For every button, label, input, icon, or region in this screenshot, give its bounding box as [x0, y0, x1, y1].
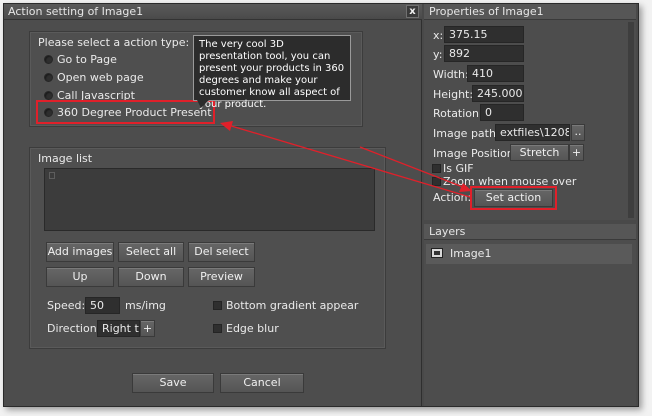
x-label: x: — [433, 29, 444, 42]
direction-label: Direction: — [47, 322, 101, 335]
del-select-button[interactable]: Del select — [188, 242, 255, 262]
direction-select[interactable]: Right to — [97, 320, 140, 337]
cancel-button[interactable]: Cancel — [220, 373, 304, 393]
image-position-plus-button[interactable]: + — [569, 144, 584, 161]
tooltip-tail — [197, 100, 209, 108]
option-go-to-page[interactable]: Go to Page — [57, 53, 117, 66]
listbox-placeholder-icon — [49, 172, 55, 179]
y-input[interactable]: 892 — [444, 45, 524, 62]
zoom-checkbox[interactable] — [432, 177, 441, 186]
image-path-label: Image path: — [433, 127, 500, 140]
image-listbox[interactable] — [44, 168, 375, 231]
bottom-gradient-label: Bottom gradient appear — [226, 299, 359, 312]
set-action-button[interactable]: Set action — [474, 189, 553, 207]
radio-go-to-page[interactable] — [44, 55, 53, 64]
layers-title: Layers — [424, 224, 636, 240]
up-button[interactable]: Up — [46, 267, 114, 287]
radio-360-degree[interactable] — [44, 108, 53, 117]
option-360-degree[interactable]: 360 Degree Product Present — [57, 106, 212, 119]
rotation-label: Rotation: — [433, 107, 483, 120]
action-type-label: Please select a action type: — [38, 36, 190, 49]
preview-button[interactable]: Preview — [188, 267, 255, 287]
dialog-titlebar: Action setting of Image1 — [4, 4, 422, 20]
action-label: Action: — [433, 191, 472, 204]
image-path-input[interactable]: extfiles\12082( — [495, 124, 570, 141]
width-label: Width: — [433, 68, 469, 81]
x-input[interactable]: 375.15 — [444, 26, 524, 43]
close-button[interactable]: x — [406, 5, 419, 18]
layer-name: Image1 — [450, 247, 492, 260]
image-position-label: Image Position: — [433, 147, 518, 160]
edge-blur-label: Edge blur — [226, 322, 279, 335]
is-gif-checkbox[interactable] — [432, 164, 441, 173]
y-label: y: — [433, 48, 443, 61]
radio-open-web-page[interactable] — [44, 73, 53, 82]
radio-call-javascript[interactable] — [44, 91, 53, 100]
tooltip: The very cool 3D presentation tool, you … — [193, 35, 351, 110]
dialog-title: Action setting of Image1 — [8, 5, 144, 18]
speed-label: Speed: — [47, 299, 86, 312]
speed-input[interactable]: 50 — [85, 297, 120, 314]
option-open-web-page[interactable]: Open web page — [57, 71, 144, 84]
image-position-select[interactable]: Stretch — [510, 144, 569, 161]
image-list-label: Image list — [38, 152, 93, 165]
height-input[interactable]: 245.0000 — [472, 85, 524, 102]
browse-button[interactable]: .. — [571, 124, 585, 141]
edge-blur-checkbox[interactable] — [213, 324, 222, 333]
properties-scrollbar[interactable] — [628, 22, 634, 218]
speed-unit: ms/img — [125, 299, 166, 312]
height-label: Height: — [433, 88, 474, 101]
save-button[interactable]: Save — [132, 373, 214, 393]
direction-plus-button[interactable]: + — [140, 320, 155, 337]
width-input[interactable]: 410 — [467, 65, 524, 82]
is-gif-label: Is GIF — [443, 162, 474, 175]
select-all-button[interactable]: Select all — [118, 242, 184, 262]
add-images-button[interactable]: Add images — [46, 242, 114, 262]
down-button[interactable]: Down — [118, 267, 184, 287]
rotation-input[interactable]: 0 — [480, 104, 524, 121]
bottom-gradient-checkbox[interactable] — [213, 301, 222, 310]
image-layer-icon — [431, 248, 443, 258]
properties-title: Properties of Image1 — [424, 4, 636, 20]
